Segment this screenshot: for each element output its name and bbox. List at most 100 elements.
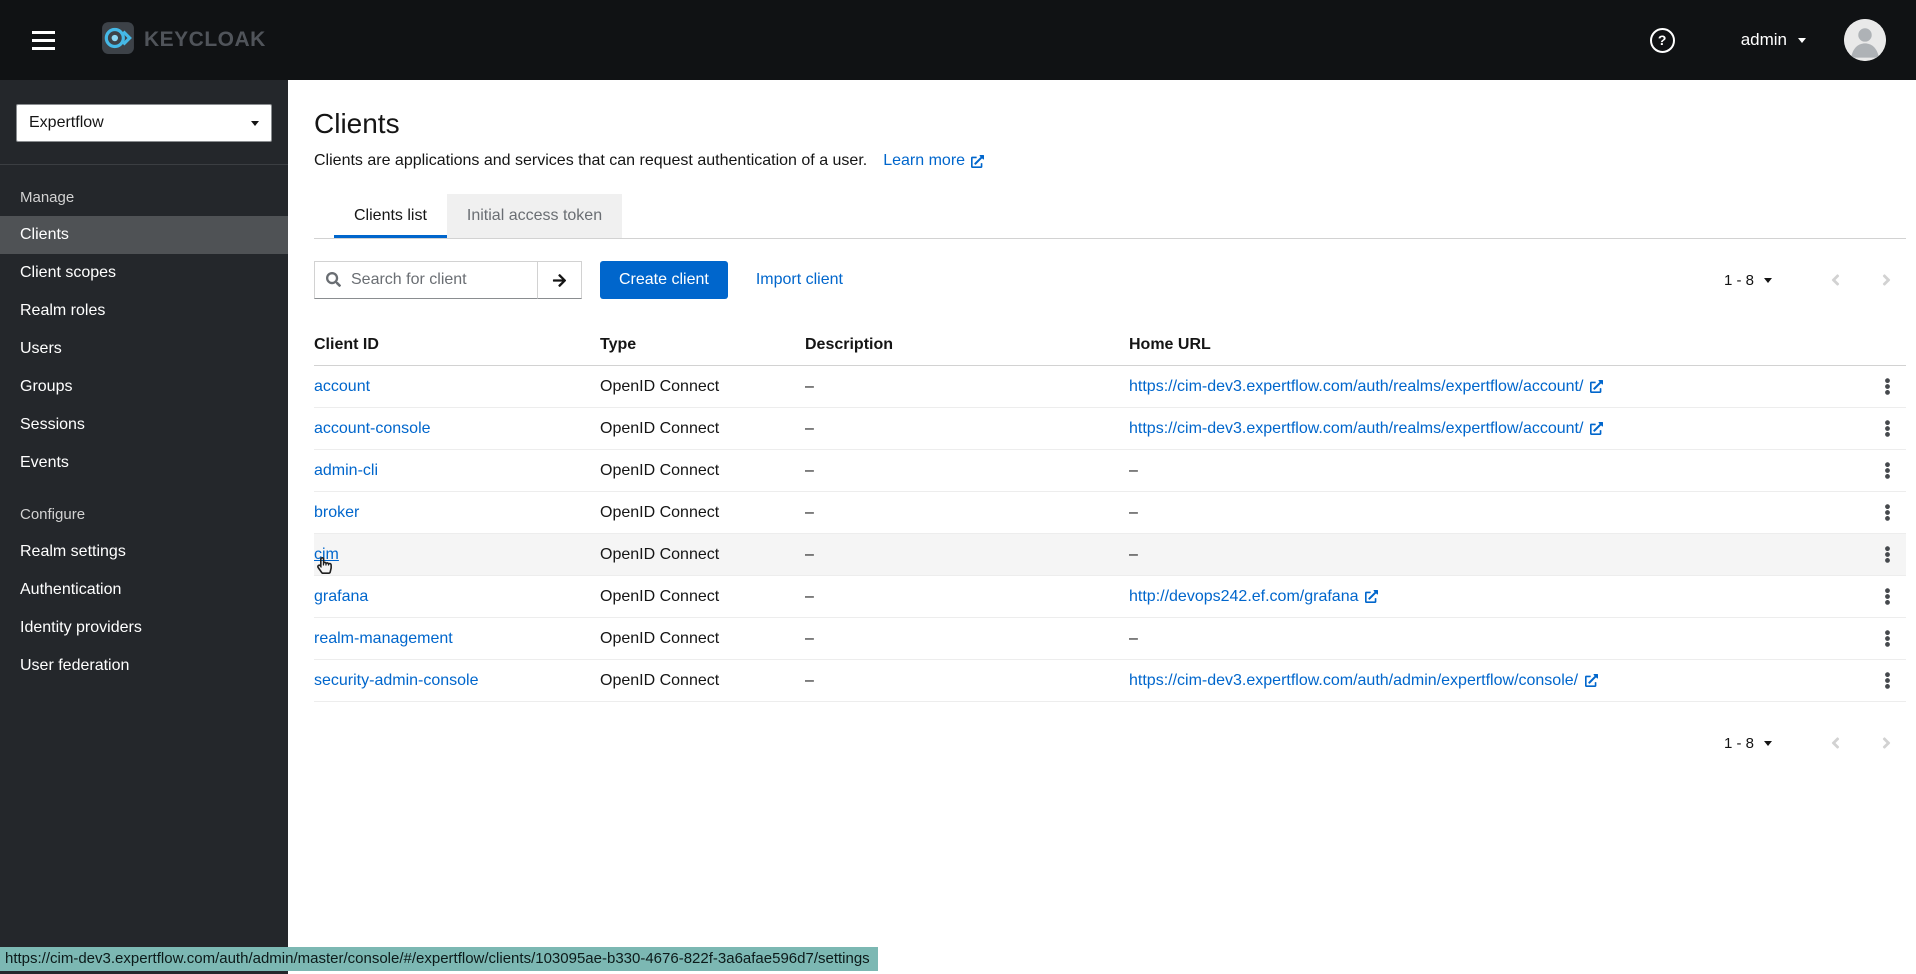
sidebar-item-client-scopes[interactable]: Client scopes — [0, 254, 288, 292]
home-url-link[interactable]: http://devops242.ef.com/grafana — [1129, 588, 1378, 606]
kebab-menu-button[interactable] — [1875, 543, 1900, 566]
sidebar-item-clients[interactable]: Clients — [0, 216, 288, 254]
sidebar: Expertflow ManageClientsClient scopesRea… — [0, 80, 288, 974]
pagination-range-dropdown[interactable]: 1 - 8 — [1724, 272, 1772, 289]
learn-more-label: Learn more — [883, 152, 965, 170]
nav-section: ConfigureRealm settingsAuthenticationIde… — [0, 482, 288, 685]
table-row: grafanaOpenID Connect–http://devops242.e… — [314, 576, 1906, 618]
kebab-menu-button[interactable] — [1875, 459, 1900, 482]
client-id-cell: broker — [314, 494, 600, 532]
page-description: Clients are applications and services th… — [314, 152, 867, 170]
sidebar-item-user-federation[interactable]: User federation — [0, 647, 288, 685]
external-link-icon — [1590, 380, 1603, 393]
username: admin — [1741, 30, 1787, 50]
client-description-cell: – — [805, 410, 1129, 448]
kebab-menu-button[interactable] — [1875, 501, 1900, 524]
home-url-cell: https://cim-dev3.expertflow.com/auth/rea… — [1129, 410, 1850, 448]
client-description-cell: – — [805, 494, 1129, 532]
keycloak-logo[interactable]: KEYCLOAK — [101, 21, 266, 60]
row-actions-cell — [1850, 534, 1906, 575]
help-icon[interactable]: ? — [1650, 28, 1675, 53]
client-description-cell: – — [805, 452, 1129, 490]
client-id-cell: account-console — [314, 410, 600, 448]
sidebar-item-users[interactable]: Users — [0, 330, 288, 368]
client-type-cell: OpenID Connect — [600, 620, 805, 658]
table-row: security-admin-consoleOpenID Connect–htt… — [314, 660, 1906, 702]
tab-clients-list[interactable]: Clients list — [334, 194, 447, 238]
app-header: KEYCLOAK ? admin — [0, 0, 1916, 80]
client-id-link[interactable]: account-console — [314, 420, 431, 438]
learn-more-link[interactable]: Learn more — [883, 152, 984, 170]
table-row: account-console OpenID Connect–https://ci… — [314, 408, 1906, 450]
sidebar-item-groups[interactable]: Groups — [0, 368, 288, 406]
table-row: cimOpenID Connect–– — [314, 534, 1906, 576]
pagination-next-button[interactable] — [1881, 271, 1892, 289]
sidebar-item-authentication[interactable]: Authentication — [0, 571, 288, 609]
table-row: admin-cliOpenID Connect–– — [314, 450, 1906, 492]
nav-section: ManageClientsClient scopesRealm rolesUse… — [0, 165, 288, 482]
sidebar-item-identity-providers[interactable]: Identity providers — [0, 609, 288, 647]
client-type-cell: OpenID Connect — [600, 494, 805, 532]
user-menu-button[interactable]: admin — [1741, 30, 1806, 50]
kebab-menu-button[interactable] — [1875, 585, 1900, 608]
sidebar-item-realm-settings[interactable]: Realm settings — [0, 533, 288, 571]
client-id-link[interactable]: account — [314, 378, 370, 396]
column-header: Type — [600, 325, 805, 365]
kebab-menu-icon — [1884, 588, 1891, 605]
pagination-bottom-prev-button[interactable] — [1830, 734, 1841, 752]
client-id-link[interactable]: realm-management — [314, 630, 453, 648]
home-url-cell: – — [1129, 494, 1850, 532]
sidebar-item-sessions[interactable]: Sessions — [0, 406, 288, 444]
kebab-menu-button[interactable] — [1875, 669, 1900, 692]
client-id-cell: realm-management — [314, 620, 600, 658]
tab-initial-access-token[interactable]: Initial access token — [447, 194, 622, 238]
kebab-menu-icon — [1884, 672, 1891, 689]
row-actions-cell — [1850, 450, 1906, 491]
import-client-link[interactable]: Import client — [756, 271, 843, 289]
keycloak-logo-text: KEYCLOAK — [144, 28, 266, 52]
client-id-link[interactable]: grafana — [314, 588, 368, 606]
chevron-down-icon — [1764, 278, 1772, 283]
home-url-cell: – — [1129, 536, 1850, 574]
client-description-cell: – — [805, 536, 1129, 574]
main-content: Clients Clients are applications and ser… — [288, 80, 1916, 752]
table-footer: 1 - 8 — [314, 734, 1906, 752]
create-client-button[interactable]: Create client — [600, 261, 728, 299]
tabs: Clients list Initial access token — [314, 194, 1906, 239]
column-header: Description — [805, 325, 1129, 365]
realm-name: Expertflow — [29, 114, 104, 132]
client-id-link[interactable]: broker — [314, 504, 359, 522]
home-url-link[interactable]: https://cim-dev3.expertflow.com/auth/rea… — [1129, 378, 1603, 396]
sidebar-item-realm-roles[interactable]: Realm roles — [0, 292, 288, 330]
home-url-cell: https://cim-dev3.expertflow.com/auth/rea… — [1129, 368, 1850, 406]
pagination-prev-button[interactable] — [1830, 271, 1841, 289]
nav-toggle-button[interactable] — [32, 31, 55, 50]
client-id-link[interactable]: cim — [314, 546, 339, 564]
search-submit-button[interactable] — [538, 261, 582, 299]
avatar[interactable] — [1844, 19, 1886, 61]
page-title: Clients — [314, 108, 1906, 140]
table-row: accountOpenID Connect–https://cim-dev3.e… — [314, 366, 1906, 408]
client-id-cell: security-admin-console — [314, 662, 600, 700]
arrow-right-icon — [552, 273, 567, 288]
client-type-cell: OpenID Connect — [600, 452, 805, 490]
pagination-bottom-range-dropdown[interactable]: 1 - 8 — [1724, 735, 1772, 752]
realm-selector[interactable]: Expertflow — [16, 104, 272, 142]
row-actions-cell — [1850, 492, 1906, 533]
home-url-link[interactable]: https://cim-dev3.expertflow.com/auth/adm… — [1129, 672, 1598, 690]
client-type-cell: OpenID Connect — [600, 410, 805, 448]
client-id-link[interactable]: security-admin-console — [314, 672, 479, 690]
search-input[interactable] — [314, 261, 538, 299]
external-link-icon — [1365, 590, 1378, 603]
clients-table-header: Client IDTypeDescriptionHome URL — [314, 325, 1906, 366]
column-header-actions — [1850, 334, 1906, 356]
kebab-menu-button[interactable] — [1875, 417, 1900, 440]
kebab-menu-button[interactable] — [1875, 627, 1900, 650]
chevron-left-icon — [1830, 734, 1841, 752]
keycloak-logo-icon — [101, 21, 135, 60]
home-url-link[interactable]: https://cim-dev3.expertflow.com/auth/rea… — [1129, 420, 1603, 438]
sidebar-item-events[interactable]: Events — [0, 444, 288, 482]
kebab-menu-button[interactable] — [1875, 375, 1900, 398]
pagination-bottom-next-button[interactable] — [1881, 734, 1892, 752]
client-id-link[interactable]: admin-cli — [314, 462, 378, 480]
